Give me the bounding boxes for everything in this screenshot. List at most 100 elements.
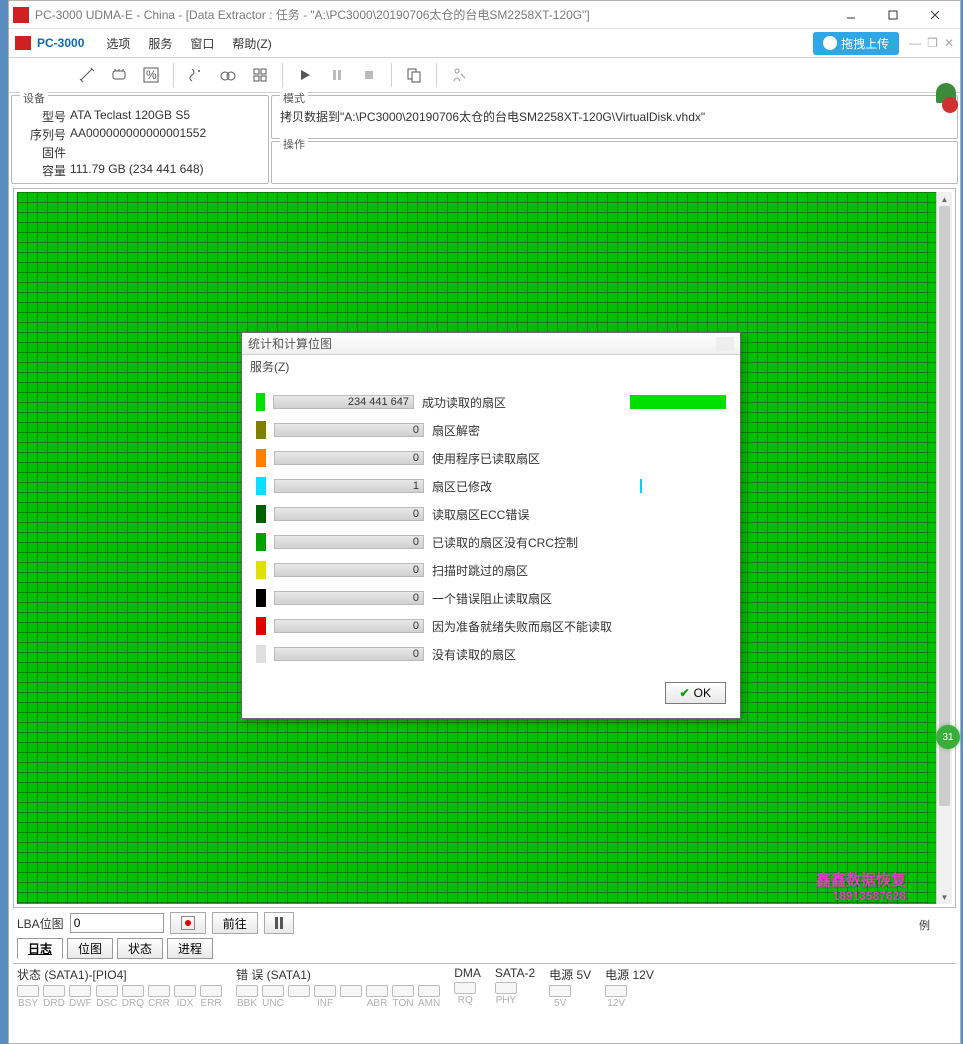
menu-window[interactable]: 窗口 xyxy=(182,33,222,54)
led-label: BSY xyxy=(18,998,38,1009)
example-button[interactable]: 例 xyxy=(919,917,930,933)
stat-visual xyxy=(640,423,726,437)
led: 12V xyxy=(605,985,627,1009)
close-button[interactable] xyxy=(914,2,956,28)
menubar: PC-3000 选项 服务 窗口 帮助(Z) 拖拽上传 — ❐ ✕ xyxy=(9,29,960,57)
led-bulb xyxy=(314,985,336,997)
record-button[interactable] xyxy=(170,912,206,934)
stop-button[interactable] xyxy=(355,61,383,89)
led-bulb xyxy=(200,985,222,997)
status-group-title: 电源 12V xyxy=(605,966,654,983)
led-label: CRR xyxy=(148,998,170,1009)
drive-red-icon xyxy=(942,97,958,113)
scroll-thumb[interactable] xyxy=(939,206,950,806)
tab-bitmap[interactable]: 位图 xyxy=(67,938,113,959)
pause-button[interactable] xyxy=(323,61,351,89)
cloud-icon xyxy=(823,36,837,50)
led-bulb xyxy=(96,985,118,997)
stat-label: 扫描时跳过的扇区 xyxy=(432,562,632,579)
menu-options[interactable]: 选项 xyxy=(98,33,138,54)
led-label: 12V xyxy=(607,998,625,1009)
tabs-row: 日志 位图 状态 进程 xyxy=(17,938,952,959)
led: PHY xyxy=(495,982,517,1006)
lba-input[interactable] xyxy=(70,913,164,933)
stat-visual xyxy=(640,451,726,465)
maximize-button[interactable] xyxy=(872,2,914,28)
menu-help[interactable]: 帮助(Z) xyxy=(224,33,279,54)
tool-binoculars-icon[interactable] xyxy=(214,61,242,89)
led-label: BBK xyxy=(237,998,257,1009)
tool-map-icon[interactable] xyxy=(182,61,210,89)
stat-color-swatch xyxy=(256,449,266,467)
status-group-title: 状态 (SATA1)-[PIO4] xyxy=(17,966,222,983)
tab-status[interactable]: 状态 xyxy=(117,938,163,959)
stat-value: 1 xyxy=(274,479,424,493)
status-group: 电源 5V5V xyxy=(549,966,591,1009)
led-bulb xyxy=(262,985,284,997)
scroll-up-icon[interactable]: ▲ xyxy=(937,192,952,206)
stat-value: 0 xyxy=(274,563,424,577)
dialog-close-button[interactable] xyxy=(716,337,734,351)
dialog-titlebar[interactable]: 统计和计算位图 xyxy=(242,333,740,355)
status-group-title: SATA-2 xyxy=(495,966,535,980)
svg-text:%: % xyxy=(146,68,157,82)
badge-31[interactable]: 31 xyxy=(936,725,960,749)
operation-panel: 操作 xyxy=(271,141,958,185)
tool-chip-icon[interactable] xyxy=(105,61,133,89)
tool-person-icon[interactable] xyxy=(445,61,473,89)
led-bulb xyxy=(43,985,65,997)
cloud-upload-button[interactable]: 拖拽上传 xyxy=(813,32,899,55)
stat-row: 1扇区已修改 xyxy=(256,474,726,498)
tool-percent-icon[interactable]: % xyxy=(137,61,165,89)
led: IDX xyxy=(174,985,196,1009)
stat-visual xyxy=(640,619,726,633)
stat-label: 使用程序已读取扇区 xyxy=(432,450,632,467)
led-bulb xyxy=(340,985,362,997)
play-button[interactable] xyxy=(291,61,319,89)
ok-button[interactable]: ✔ OK xyxy=(665,682,726,704)
model-value: ATA Teclast 120GB S5 xyxy=(70,108,260,125)
led xyxy=(340,985,362,1009)
stat-value: 0 xyxy=(274,591,424,605)
led: DSC xyxy=(96,985,118,1009)
led: ERR xyxy=(200,985,222,1009)
pause-lba-button[interactable] xyxy=(264,912,294,934)
stat-color-swatch xyxy=(256,421,266,439)
led: DWF xyxy=(69,985,92,1009)
mdi-close[interactable]: ✕ xyxy=(944,36,954,50)
mdi-minimize[interactable]: — xyxy=(909,36,921,50)
stat-visual xyxy=(640,591,726,605)
status-leds: RQ xyxy=(454,982,481,1006)
led: INF xyxy=(314,985,336,1009)
status-group: 状态 (SATA1)-[PIO4]BSYDRDDWFDSCDRQCRRIDXER… xyxy=(17,966,222,1009)
dialog-menu-service[interactable]: 服务(Z) xyxy=(242,355,740,378)
tool-copy-icon[interactable] xyxy=(400,61,428,89)
led-bulb xyxy=(418,985,440,997)
tool-settings-icon[interactable] xyxy=(73,61,101,89)
scroll-down-icon[interactable]: ▼ xyxy=(937,890,952,904)
serial-value: AA000000000000001552 xyxy=(70,126,260,143)
minimize-button[interactable] xyxy=(830,2,872,28)
status-group: 电源 12V 12V xyxy=(605,966,654,1009)
led-label: PHY xyxy=(496,995,517,1006)
stat-color-swatch xyxy=(256,393,265,411)
stat-label: 因为准备就绪失败而扇区不能读取 xyxy=(432,618,632,635)
stat-label: 没有读取的扇区 xyxy=(432,646,632,663)
led: BSY xyxy=(17,985,39,1009)
led-label: ABR xyxy=(367,998,388,1009)
stat-color-swatch xyxy=(256,617,266,635)
record-icon xyxy=(181,916,195,930)
led-bulb xyxy=(174,985,196,997)
goto-button[interactable]: 前往 xyxy=(212,912,258,934)
stat-value: 234 441 647 xyxy=(273,395,414,409)
menu-service[interactable]: 服务 xyxy=(140,33,180,54)
vertical-scrollbar[interactable]: ▲ ▼ xyxy=(936,192,952,904)
mdi-restore[interactable]: ❐ xyxy=(927,36,938,50)
tab-log[interactable]: 日志 xyxy=(17,938,63,959)
stat-visual xyxy=(630,395,726,409)
app-icon xyxy=(13,7,29,23)
led-bulb xyxy=(392,985,414,997)
stat-label: 已读取的扇区没有CRC控制 xyxy=(432,534,632,551)
tool-grid-icon[interactable] xyxy=(246,61,274,89)
tab-process[interactable]: 进程 xyxy=(167,938,213,959)
